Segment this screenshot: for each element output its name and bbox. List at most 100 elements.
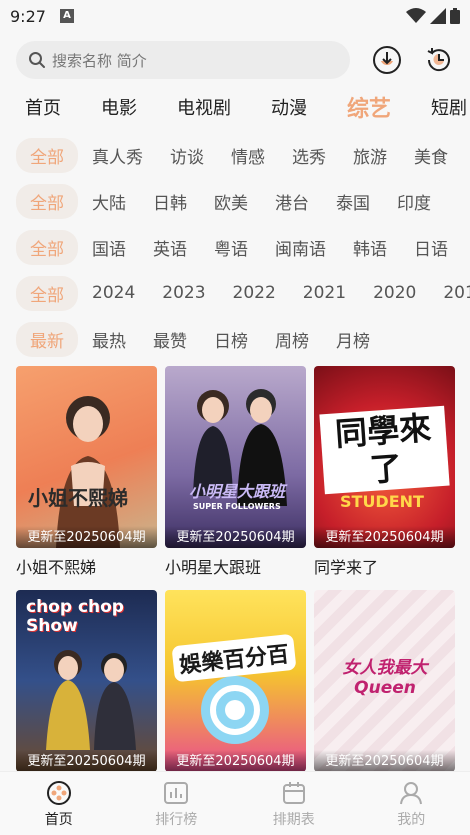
update-badge: 更新至20250604期 [165,750,306,772]
filter-sort: 最新 最热 最赞 日榜 周榜 月榜 [0,316,470,362]
tab-home[interactable]: 首页 [25,94,61,120]
chart-icon [163,779,189,807]
show-card[interactable]: 小姐不熙娣 更新至20250604期 小姐不熙娣 [16,366,157,582]
bottom-nav-label: 排期表 [272,811,315,828]
search-placeholder: 搜索名称 简介 [52,51,147,70]
filter-chip[interactable]: 真人秀 [92,143,143,168]
status-bar: 9:27 A [0,0,470,32]
show-poster: 娛樂百分百 更新至20250604期 [165,590,306,772]
filter-chip[interactable]: 访谈 [170,143,204,168]
show-poster: 小明星大跟班 SUPER FOLLOWERS 更新至20250604期 [165,366,306,548]
filter-chip[interactable]: 日语 [414,235,448,260]
filter-chip[interactable]: 最赞 [153,327,187,352]
tab-movie[interactable]: 电影 [101,94,137,120]
search-icon [29,52,45,68]
filter-year: 全部 2024 2023 2022 2021 2020 2019 [0,270,470,316]
update-badge: 更新至20250604期 [314,526,455,548]
filter-language: 全部 国语 英语 粤语 闽南语 韩语 日语 [0,224,470,270]
bottom-nav-schedule[interactable]: 排期表 [235,772,353,835]
film-reel-icon [46,779,72,807]
filter-chip[interactable]: 情感 [231,143,265,168]
search-input[interactable]: 搜索名称 简介 [16,41,350,79]
history-icon [427,48,450,72]
calendar-icon [281,779,307,807]
show-poster: 小姐不熙娣 更新至20250604期 [16,366,157,548]
bottom-nav-label: 排行榜 [155,811,198,828]
update-badge: 更新至20250604期 [314,750,455,772]
filter-chip[interactable]: 大陆 [92,189,126,214]
poster-subtitle: STUDENT [340,492,424,511]
filter-chip[interactable]: 全部 [16,183,78,219]
filter-chip[interactable]: 泰国 [336,189,370,214]
update-badge: 更新至20250604期 [16,526,157,548]
filter-chip[interactable]: 印度 [397,189,431,214]
filter-chip[interactable]: 日榜 [214,327,248,352]
tab-tv-series[interactable]: 电视剧 [177,94,231,120]
filter-chip[interactable]: 2024 [92,283,135,303]
poster-title: 同學來了 [319,405,450,495]
poster-title: 小明星大跟班 [189,482,286,501]
filter-chip[interactable]: 2019 [443,283,470,303]
bottom-nav-ranking[interactable]: 排行榜 [118,772,236,835]
battery-icon [450,8,460,24]
search-header: 搜索名称 简介 [0,32,470,82]
show-poster: 同學來了 STUDENT 更新至20250604期 [314,366,455,548]
poster-figure [56,396,120,548]
poster-subtitle: SUPER FOLLOWERS [193,502,281,511]
filter-chip[interactable]: 月榜 [336,327,370,352]
filter-chip[interactable]: 2023 [162,283,205,303]
filter-chip[interactable]: 最新 [16,321,78,357]
show-title: 小明星大跟班 [165,558,262,577]
tab-variety[interactable]: 综艺 [347,91,391,123]
category-tabs: 首页 电影 电视剧 动漫 综艺 短剧 [0,82,470,132]
filter-genre: 全部 真人秀 访谈 情感 选秀 旅游 美食 [0,132,470,178]
bottom-nav: 首页 排行榜 排期表 我的 [0,771,470,835]
show-title: 小姐不熙娣 [16,558,97,577]
filter-chip[interactable]: 2020 [373,283,416,303]
status-time: 9:27 [10,6,46,26]
update-badge: 更新至20250604期 [165,526,306,548]
history-button[interactable] [424,45,454,75]
show-card[interactable]: 娛樂百分百 更新至20250604期 [165,590,306,772]
poster-title: 女人我最大 Queen [342,658,428,698]
show-poster: 女人我最大 Queen 更新至20250604期 [314,590,455,772]
filter-chip[interactable]: 闽南语 [275,235,326,260]
app-notification-icon: A [59,9,74,23]
filter-chip[interactable]: 2021 [303,283,346,303]
filter-chip[interactable]: 粤语 [214,235,248,260]
bottom-nav-home[interactable]: 首页 [0,772,118,835]
update-badge: 更新至20250604期 [16,750,157,772]
filter-chip[interactable]: 日韩 [153,189,187,214]
tab-short-drama[interactable]: 短剧 [431,94,467,120]
show-card[interactable]: 小明星大跟班 SUPER FOLLOWERS 更新至20250604期 小明星大… [165,366,306,582]
show-card[interactable]: 女人我最大 Queen 更新至20250604期 [314,590,455,772]
filter-chip[interactable]: 全部 [16,229,78,265]
download-button[interactable] [372,45,402,75]
filter-chip[interactable]: 全部 [16,275,78,311]
show-grid: 小姐不熙娣 更新至20250604期 小姐不熙娣 小明星大跟班 SUPER FO… [16,366,455,772]
status-indicators [406,8,460,24]
filter-chip[interactable]: 旅游 [353,143,387,168]
bottom-nav-label: 我的 [397,811,426,828]
poster-figure [193,389,287,506]
filter-chip[interactable]: 最热 [92,327,126,352]
filter-chip[interactable]: 欧美 [214,189,248,214]
filter-chip[interactable]: 英语 [153,235,187,260]
filter-chip[interactable]: 韩语 [353,235,387,260]
filter-chip[interactable]: 港台 [275,189,309,214]
filter-chip[interactable]: 选秀 [292,143,326,168]
profile-icon [398,779,424,807]
bottom-nav-label: 首页 [44,811,73,828]
filter-region: 全部 大陆 日韩 欧美 港台 泰国 印度 [0,178,470,224]
filter-chip[interactable]: 国语 [92,235,126,260]
filter-chip[interactable]: 周榜 [275,327,309,352]
filter-chip[interactable]: 2022 [233,283,276,303]
poster-title: 小姐不熙娣 [28,486,128,510]
show-card[interactable]: 同學來了 STUDENT 更新至20250604期 同学来了 [314,366,455,582]
filter-chip[interactable]: 全部 [16,137,78,173]
tab-anime[interactable]: 动漫 [271,94,307,120]
bottom-nav-profile[interactable]: 我的 [353,772,470,835]
show-title: 同学来了 [314,558,379,577]
filter-chip[interactable]: 美食 [414,143,448,168]
show-card[interactable]: chop chop Show 更新至20250604期 [16,590,157,772]
